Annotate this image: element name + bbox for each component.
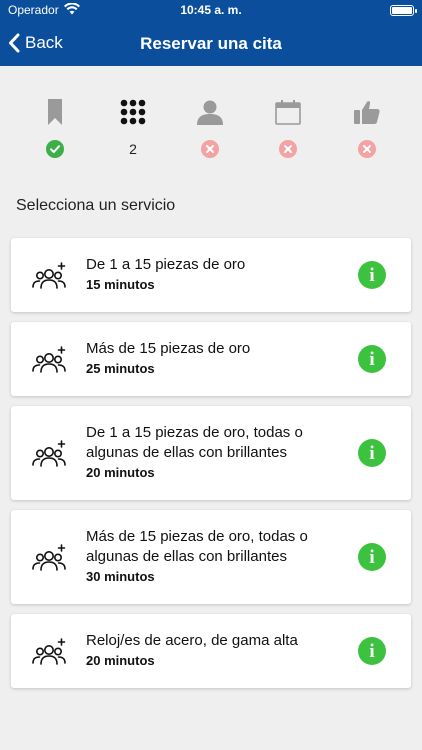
service-card[interactable]: Más de 15 piezas de oro 25 minutos i [11, 322, 411, 396]
service-text: De 1 a 15 piezas de oro 15 minutos [86, 255, 336, 294]
step-grid: 2 [103, 96, 163, 162]
booking-steps: 2 [0, 96, 422, 162]
step-number: 2 [129, 141, 137, 157]
service-name: Reloj/es de acero, de gama alta [86, 632, 298, 649]
service-card[interactable]: Reloj/es de acero, de gama alta 20 minut… [11, 614, 411, 688]
info-icon: i [369, 443, 375, 464]
info-button[interactable]: i [358, 543, 386, 571]
service-card[interactable]: De 1 a 15 piezas de oro, todas o algunas… [11, 406, 411, 500]
service-name: Más de 15 piezas de oro, todas o algunas… [86, 528, 308, 565]
service-card[interactable]: De 1 a 15 piezas de oro 15 minutos i [11, 238, 411, 312]
service-text: Más de 15 piezas de oro, todas o algunas… [86, 527, 336, 586]
bookmark-icon [25, 96, 85, 128]
service-text: De 1 a 15 piezas de oro, todas o algunas… [86, 423, 336, 482]
service-duration: 30 minutos [86, 569, 155, 584]
service-duration: 15 minutos [86, 277, 155, 292]
service-card[interactable]: Más de 15 piezas de oro, todas o algunas… [11, 510, 411, 604]
navigation-bar: Back Reservar una cita [0, 20, 422, 66]
info-button[interactable]: i [358, 345, 386, 373]
group-add-icon [32, 440, 66, 467]
battery-icon [390, 5, 417, 16]
step-calendar [258, 96, 318, 162]
step-person [180, 96, 240, 162]
calendar-icon [258, 96, 318, 128]
page-title: Reservar una cita [140, 34, 282, 53]
step-service [25, 96, 85, 162]
step-complete-icon [25, 140, 85, 158]
grid-icon [103, 96, 163, 128]
info-icon: i [369, 349, 375, 370]
group-add-icon [32, 544, 66, 571]
group-add-icon [32, 638, 66, 665]
service-text: Reloj/es de acero, de gama alta 20 minut… [86, 631, 336, 670]
step-pending-icon [258, 140, 318, 158]
service-name: De 1 a 15 piezas de oro [86, 256, 246, 273]
service-duration: 20 minutos [86, 653, 155, 668]
step-pending-icon [337, 140, 397, 158]
service-name: Más de 15 piezas de oro [86, 340, 251, 357]
thumbs-up-icon [337, 96, 397, 128]
step-pending-icon [180, 140, 240, 158]
info-button[interactable]: i [358, 637, 386, 665]
info-button[interactable]: i [358, 261, 386, 289]
group-add-icon [32, 346, 66, 373]
step-confirm [337, 96, 397, 162]
service-text: Más de 15 piezas de oro 25 minutos [86, 339, 336, 378]
info-icon: i [369, 265, 375, 286]
info-icon: i [369, 641, 375, 662]
service-name: De 1 a 15 piezas de oro, todas o algunas… [86, 424, 303, 461]
status-bar: Operador 10:45 a. m. [0, 0, 422, 20]
service-duration: 25 minutos [86, 361, 155, 376]
info-button[interactable]: i [358, 439, 386, 467]
person-icon [180, 96, 240, 128]
service-duration: 20 minutos [86, 465, 155, 480]
group-add-icon [32, 262, 66, 289]
info-icon: i [369, 547, 375, 568]
section-title: Selecciona un servicio [16, 197, 176, 214]
clock-label: 10:45 a. m. [180, 3, 242, 17]
